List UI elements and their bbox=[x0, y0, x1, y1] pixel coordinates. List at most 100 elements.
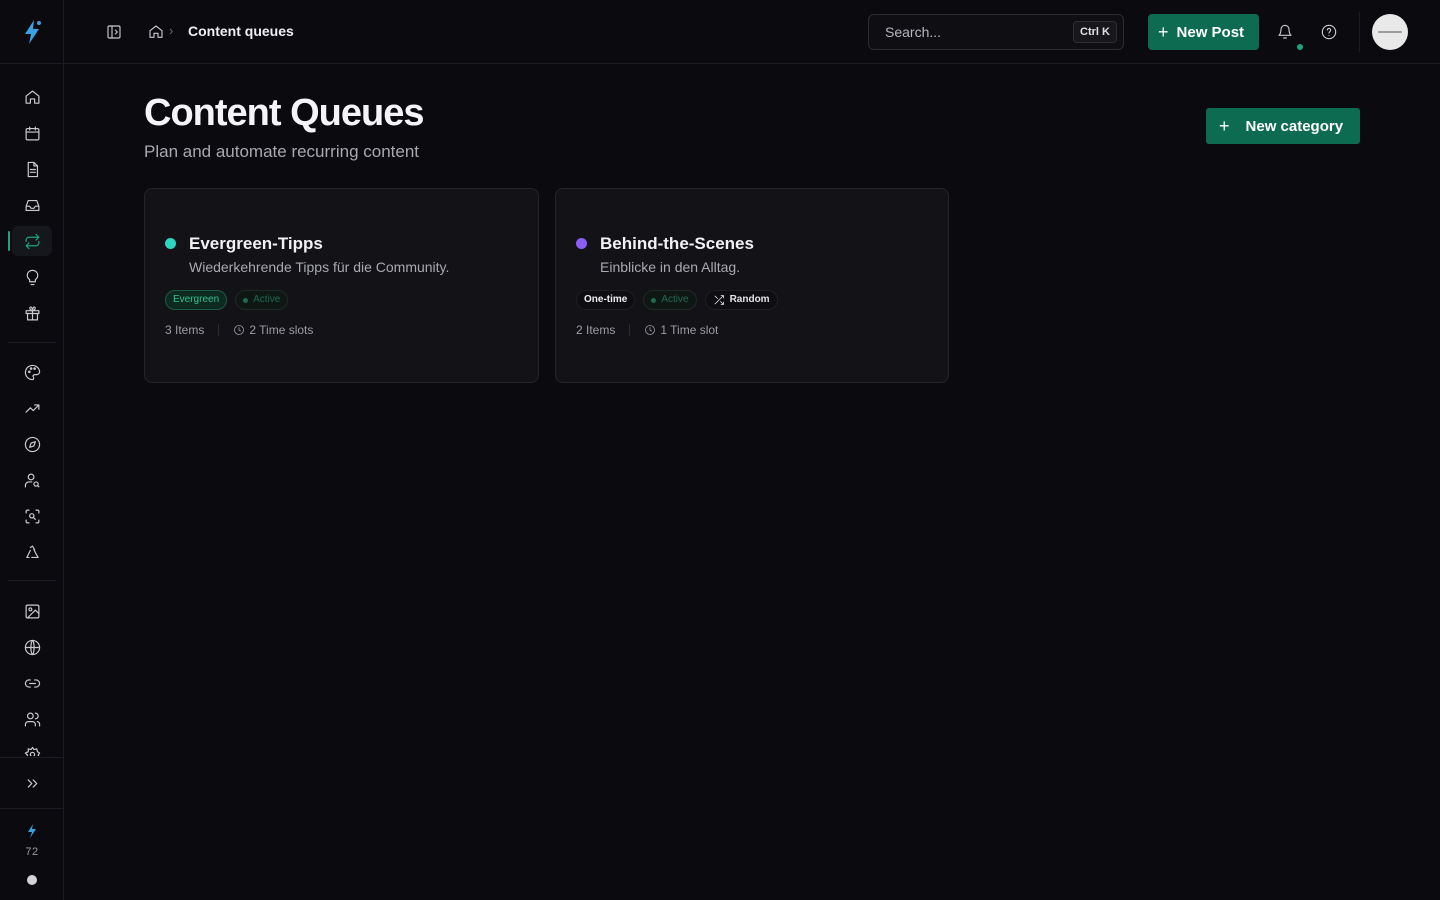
queue-title: Behind-the-Scenes bbox=[600, 234, 754, 253]
time-slots: 2 Time slots bbox=[233, 323, 313, 337]
sidebar-item-analytics[interactable] bbox=[12, 393, 52, 423]
page-subtitle: Plan and automate recurring content bbox=[144, 142, 420, 161]
sidebar-item-recycle[interactable] bbox=[12, 537, 52, 567]
sidebar-item-rewards[interactable] bbox=[12, 298, 52, 328]
document-icon bbox=[27, 161, 38, 177]
user-search-icon bbox=[24, 473, 39, 487]
meta-divider bbox=[218, 324, 220, 336]
time-slots-label: 1 Time slot bbox=[660, 323, 719, 337]
image-icon bbox=[25, 604, 39, 618]
items-count: 3 Items bbox=[165, 323, 205, 337]
type-badge: Evergreen bbox=[165, 290, 228, 310]
chevron-right-icon: › bbox=[169, 23, 174, 38]
new-category-label: New category bbox=[1245, 117, 1344, 135]
help-circle-icon bbox=[1321, 24, 1337, 40]
lightbulb-icon bbox=[26, 269, 38, 285]
recycle-icon bbox=[25, 545, 39, 558]
home-icon bbox=[149, 25, 163, 38]
order-label: Random bbox=[729, 294, 770, 305]
sidebar-item-brand[interactable] bbox=[12, 357, 52, 387]
queue-badges: Evergreen Active bbox=[165, 290, 289, 310]
users-icon bbox=[24, 712, 40, 726]
search-input[interactable]: Search... Ctrl K bbox=[868, 14, 1124, 50]
new-post-button[interactable]: + New Post bbox=[1148, 14, 1259, 50]
breadcrumb-current: Content queues bbox=[188, 23, 294, 39]
sidebar-toggle-button[interactable] bbox=[102, 20, 126, 44]
inbox-icon bbox=[25, 199, 39, 211]
globe-icon bbox=[24, 639, 40, 655]
sidebar-item-inbox[interactable] bbox=[12, 190, 52, 220]
search-shortcut: Ctrl K bbox=[1073, 21, 1117, 43]
help-button[interactable] bbox=[1317, 20, 1341, 44]
compass-icon bbox=[24, 436, 40, 452]
sidebar-divider bbox=[0, 757, 64, 758]
sidebar-item-settings[interactable] bbox=[12, 740, 52, 756]
avatar-logo bbox=[1378, 31, 1402, 33]
queue-description: Einblicke in den Alltag. bbox=[600, 259, 741, 275]
lightning-bolt-icon bbox=[25, 19, 41, 44]
page-title: Content Queues bbox=[144, 92, 424, 134]
queue-badges: One-time Active Random bbox=[576, 290, 778, 310]
notifications-button[interactable] bbox=[1273, 20, 1297, 44]
notification-indicator bbox=[1297, 44, 1303, 50]
app-logo[interactable] bbox=[0, 0, 64, 64]
sidebar-item-links[interactable] bbox=[12, 668, 52, 698]
sidebar-item-team[interactable] bbox=[12, 704, 52, 734]
status-badge: Active bbox=[643, 290, 697, 310]
settings-icon bbox=[24, 746, 40, 756]
sidebar-expand-button[interactable] bbox=[12, 768, 52, 798]
order-badge: Random bbox=[704, 290, 778, 310]
queue-title: Evergreen-Tipps bbox=[189, 234, 323, 253]
status-label: Active bbox=[253, 294, 281, 305]
sidebar-item-explore[interactable] bbox=[12, 429, 52, 459]
status-dot bbox=[651, 297, 657, 303]
sidebar-divider bbox=[8, 342, 56, 343]
gift-icon bbox=[25, 305, 39, 320]
calendar-icon bbox=[25, 126, 39, 140]
sidebar-item-calendar[interactable] bbox=[12, 118, 52, 148]
search-placeholder: Search... bbox=[885, 24, 942, 40]
plus-icon: + bbox=[1158, 22, 1169, 42]
sidebar-item-audience[interactable] bbox=[12, 465, 52, 495]
sidebar-item-home[interactable] bbox=[12, 82, 52, 112]
bell-icon bbox=[1278, 24, 1292, 39]
link-icon bbox=[24, 678, 40, 688]
active-indicator bbox=[8, 231, 10, 251]
chevrons-right-icon bbox=[27, 778, 37, 788]
meta-divider bbox=[629, 324, 631, 336]
sidebar-divider bbox=[8, 580, 56, 581]
queue-card[interactable]: Behind-the-Scenes Einblicke in den Allta… bbox=[555, 188, 949, 383]
sidebar-item-ideas[interactable] bbox=[12, 262, 52, 292]
time-slots: 1 Time slot bbox=[644, 323, 718, 337]
status-indicator bbox=[27, 875, 37, 885]
status-badge: Active bbox=[235, 290, 289, 310]
home-icon bbox=[25, 90, 39, 104]
palette-icon bbox=[24, 364, 40, 380]
breadcrumb-home[interactable] bbox=[146, 20, 166, 44]
category-color-dot bbox=[576, 238, 587, 249]
sidebar-item-media[interactable] bbox=[12, 596, 52, 626]
sidebar-item-posts[interactable] bbox=[12, 154, 52, 184]
queue-meta: 2 Items 1 Time slot bbox=[576, 323, 718, 337]
header-divider bbox=[1359, 12, 1360, 52]
avatar[interactable] bbox=[1372, 14, 1408, 50]
type-badge: One-time bbox=[576, 290, 636, 310]
queue-card[interactable]: Evergreen-Tipps Wiederkehrende Tipps für… bbox=[144, 188, 539, 383]
trending-up-icon bbox=[25, 403, 39, 413]
credits-count: 72 bbox=[25, 846, 39, 858]
queue-meta: 3 Items 2 Time slots bbox=[165, 323, 313, 337]
lightning-bolt-icon bbox=[28, 824, 36, 838]
clock-icon bbox=[234, 325, 245, 335]
status-dot bbox=[243, 297, 249, 303]
new-category-button[interactable]: + New category bbox=[1206, 108, 1360, 144]
clock-icon bbox=[645, 325, 656, 335]
credits-counter[interactable]: 72 bbox=[0, 823, 64, 858]
category-color-dot bbox=[165, 238, 176, 249]
status-label: Active bbox=[661, 294, 689, 305]
sidebar-item-web[interactable] bbox=[12, 632, 52, 662]
sidebar: 72 bbox=[0, 0, 64, 900]
sidebar-item-scan[interactable] bbox=[12, 501, 52, 531]
plus-icon: + bbox=[1219, 115, 1230, 136]
time-slots-label: 2 Time slots bbox=[249, 323, 314, 337]
sidebar-item-content-queues[interactable] bbox=[12, 226, 52, 256]
